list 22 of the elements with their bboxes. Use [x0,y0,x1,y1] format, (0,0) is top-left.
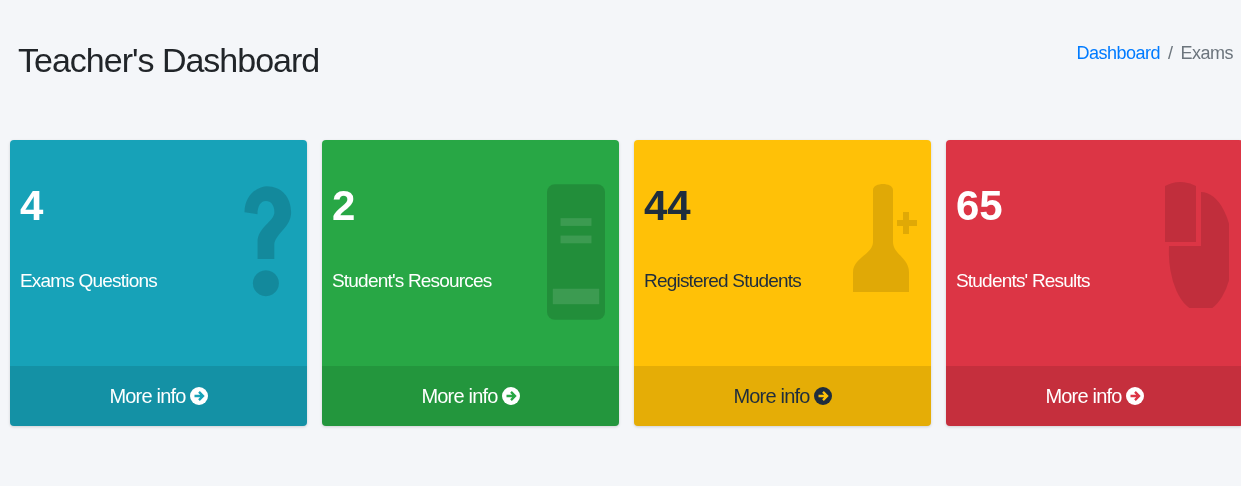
more-info-link[interactable]: More info [10,366,307,426]
stat-label: Students' Results [956,270,1090,292]
breadcrumb-separator: / [1167,42,1173,64]
stat-count: 65 [956,182,1004,230]
stat-label: Exams Questions [20,270,157,292]
stat-label: Student's Resources [332,270,492,292]
more-info-link[interactable]: More info [322,366,619,426]
pie-chart-icon [1165,182,1229,308]
stat-label: Registered Students [644,270,801,292]
arrow-circle-icon [189,387,208,405]
stat-count: 2 [332,182,357,230]
arrow-circle-icon [1125,387,1144,405]
stat-count: 4 [20,182,45,230]
book-icon [547,182,605,322]
breadcrumb-current: Exams [1180,42,1233,64]
more-info-link[interactable]: More info [634,366,931,426]
page-title: Teacher's Dashboard [18,40,320,80]
stat-count: 44 [644,182,692,230]
breadcrumb-link[interactable]: Dashboard [1076,42,1160,64]
arrow-circle-icon [501,387,520,405]
more-info-link[interactable]: More info [946,366,1241,426]
arrow-circle-icon [813,387,832,405]
